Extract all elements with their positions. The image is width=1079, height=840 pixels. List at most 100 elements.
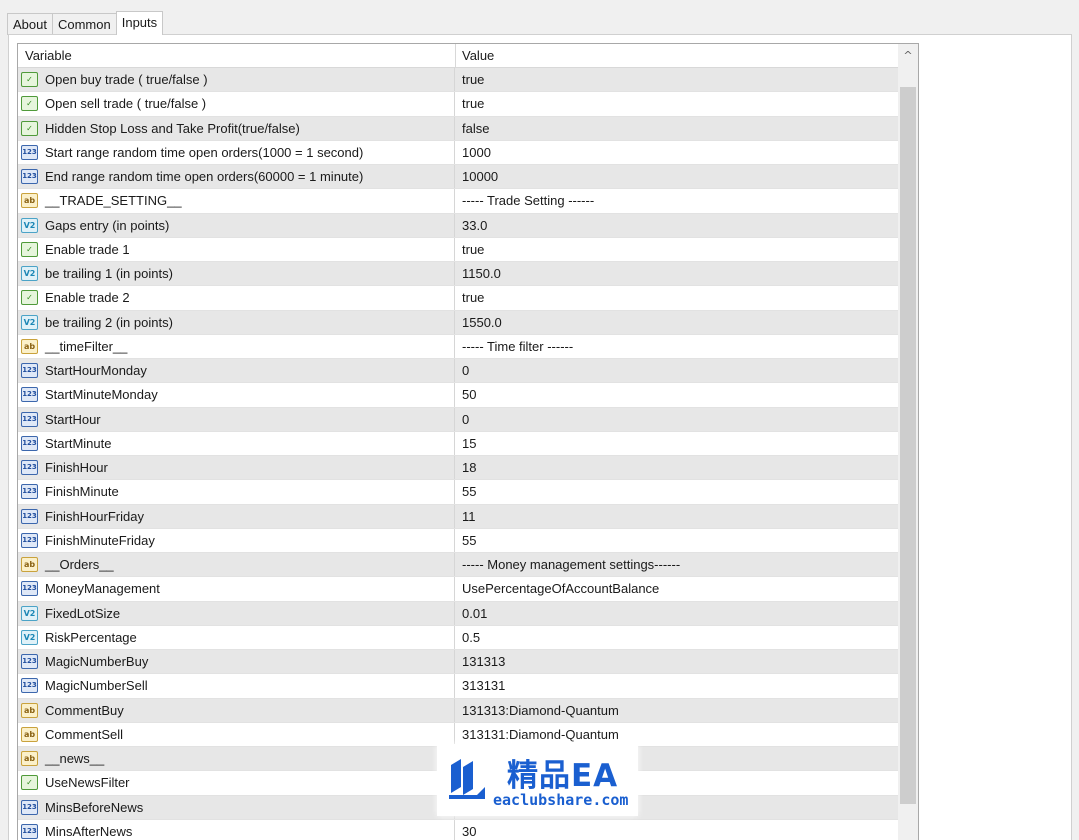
value-cell[interactable]: 33.0 [455,214,898,237]
table-row[interactable]: ab __TRADE_SETTING__ ----- Trade Setting -… [18,189,898,214]
variable-cell[interactable]: 123 StartMinuteMonday [18,383,455,407]
value-cell[interactable]: ----- Trade Setting ------ [455,189,898,212]
variable-cell[interactable]: 123 StartMinute [18,431,455,455]
value-cell[interactable]: 0 [455,408,898,431]
table-row[interactable]: 123 StartHourMonday 0 [18,359,898,384]
value-cell[interactable]: 131313:Diamond-Quantum [455,699,898,722]
tab-common[interactable]: Common [51,13,117,35]
table-row[interactable]: ab __Orders__ ----- Money management setti… [18,553,898,578]
value-cell[interactable]: 50 [455,383,898,406]
value-cell[interactable]: 18 [455,456,898,479]
table-row[interactable]: ✓ Open sell trade ( true/false ) true [18,92,898,117]
integer-icon: 123 [21,654,38,669]
table-row[interactable]: ✓ Open buy trade ( true/false ) true [18,68,898,93]
table-row[interactable]: ab __timeFilter__ ----- Time filter ------ [18,334,898,359]
variable-cell[interactable]: ✓ UseNewsFilter [18,771,455,795]
variable-cell[interactable]: V2 Gaps entry (in points) [18,213,455,237]
value-cell[interactable]: 1550.0 [455,311,898,334]
variable-cell[interactable]: ✓ Open sell trade ( true/false ) [18,92,455,116]
value-cell[interactable]: false [455,117,898,140]
table-row[interactable]: 123 MagicNumberSell 313131 [18,674,898,699]
integer-icon: 123 [21,484,38,500]
variable-cell[interactable]: V2 RiskPercentage [18,625,455,649]
table-row[interactable]: ab CommentBuy 131313:Diamond-Quantum [18,698,898,723]
vertical-scrollbar[interactable]: ^ [898,44,918,840]
table-row[interactable]: V2 Gaps entry (in points) 33.0 [18,213,898,238]
table-row[interactable]: 123 FinishHour 18 [18,456,898,481]
variable-cell[interactable]: 123 FinishHour [18,456,455,480]
value-cell[interactable]: 30 [455,820,898,840]
table-row[interactable]: ✓ Enable trade 1 true [18,237,898,262]
variable-cell[interactable]: V2 be trailing 1 (in points) [18,262,455,286]
value-cell[interactable]: true [455,286,898,309]
value-cell[interactable]: 0.01 [455,602,898,625]
table-row[interactable]: V2 be trailing 1 (in points) 1150.0 [18,262,898,287]
variable-cell[interactable]: ab __news__ [18,747,455,771]
column-header-variable[interactable]: Variable [25,44,455,68]
variable-cell[interactable]: 123 End range random time open orders(600… [18,165,455,189]
variable-cell[interactable]: 123 FinishHourFriday [18,504,455,528]
tab-inputs[interactable]: Inputs [115,11,164,35]
table-row[interactable]: V2 be trailing 2 (in points) 1550.0 [18,310,898,335]
variable-cell[interactable]: 123 StartHourMonday [18,359,455,383]
value-cell[interactable]: 313131 [455,674,898,697]
variable-cell[interactable]: ✓ Enable trade 1 [18,237,455,261]
table-row[interactable]: 123 FinishHourFriday 11 [18,504,898,529]
scroll-up-arrow-icon[interactable]: ^ [898,44,918,68]
variable-cell[interactable]: 123 FinishMinute [18,480,455,504]
table-row[interactable]: 123 FinishMinute 55 [18,480,898,505]
value-cell[interactable]: UsePercentageOfAccountBalance [455,577,898,600]
value-cell[interactable]: 55 [455,480,898,503]
variable-cell[interactable]: ab __timeFilter__ [18,334,455,358]
variable-cell[interactable]: 123 MagicNumberSell [18,674,455,698]
value-cell[interactable]: 1000 [455,141,898,164]
variable-cell[interactable]: ✓ Hidden Stop Loss and Take Profit(true/f… [18,116,455,140]
variable-cell[interactable]: 123 MagicNumberBuy [18,650,455,674]
variable-cell[interactable]: 123 MinsAfterNews [18,819,455,840]
variable-cell[interactable]: 123 Start range random time open orders(1… [18,140,455,164]
value-cell[interactable]: 131313 [455,650,898,673]
column-divider[interactable] [455,44,456,68]
value-cell[interactable]: ----- Time filter ------ [455,335,898,358]
table-row[interactable]: V2 FixedLotSize 0.01 [18,601,898,626]
variable-cell[interactable]: V2 FixedLotSize [18,601,455,625]
variable-cell[interactable]: V2 be trailing 2 (in points) [18,310,455,334]
variable-cell[interactable]: ab __Orders__ [18,553,455,577]
variable-cell[interactable]: ab CommentSell [18,722,455,746]
value-cell[interactable]: ----- Money management settings------ [455,553,898,576]
scrollbar-thumb[interactable] [900,87,916,804]
table-row[interactable]: 123 StartMinute 15 [18,431,898,456]
value-cell[interactable]: 0 [455,359,898,382]
value-cell[interactable]: true [455,92,898,115]
table-row[interactable]: 123 MinsAfterNews 30 [18,819,898,840]
variable-cell[interactable]: 123 MinsBeforeNews [18,795,455,819]
variable-cell[interactable]: ab __TRADE_SETTING__ [18,189,455,213]
value-cell[interactable]: 55 [455,529,898,552]
value-cell[interactable]: 10000 [455,165,898,188]
value-cell[interactable]: 15 [455,432,898,455]
table-row[interactable]: 123 Start range random time open orders(1… [18,140,898,165]
variable-cell[interactable]: 123 StartHour [18,407,455,431]
variable-cell[interactable]: 123 FinishMinuteFriday [18,528,455,552]
table-row[interactable]: 123 MoneyManagement UsePercentageOfAccount… [18,577,898,602]
table-row[interactable]: 123 End range random time open orders(600… [18,165,898,190]
column-header-value[interactable]: Value [462,44,892,68]
variable-cell[interactable]: ✓ Enable trade 2 [18,286,455,310]
table-row[interactable]: ✓ Hidden Stop Loss and Take Profit(true/f… [18,116,898,141]
variable-cell[interactable]: 123 MoneyManagement [18,577,455,601]
table-row[interactable]: V2 RiskPercentage 0.5 [18,625,898,650]
value-cell[interactable]: 11 [455,505,898,528]
value-cell[interactable]: 1150.0 [455,262,898,285]
variable-cell[interactable]: ab CommentBuy [18,698,455,722]
variable-cell[interactable]: ✓ Open buy trade ( true/false ) [18,68,455,92]
value-cell[interactable]: true [455,238,898,261]
value-cell[interactable]: true [455,68,898,91]
table-row[interactable]: 123 StartHour 0 [18,407,898,432]
tab-about[interactable]: About [7,13,53,35]
value-cell[interactable]: 0.5 [455,626,898,649]
value-cell[interactable]: 313131:Diamond-Quantum [455,723,898,746]
table-row[interactable]: 123 StartMinuteMonday 50 [18,383,898,408]
table-row[interactable]: 123 MagicNumberBuy 131313 [18,650,898,675]
table-row[interactable]: ✓ Enable trade 2 true [18,286,898,311]
table-row[interactable]: 123 FinishMinuteFriday 55 [18,528,898,553]
